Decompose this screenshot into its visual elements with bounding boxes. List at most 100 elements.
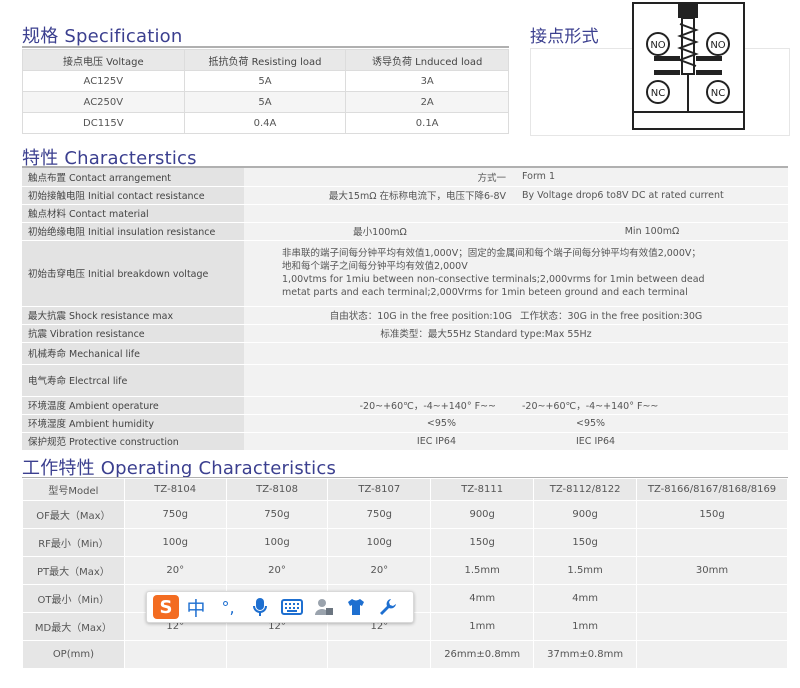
keyboard-icon[interactable] xyxy=(277,594,307,620)
oper-cell xyxy=(636,584,788,613)
spec-cell: 5A xyxy=(183,70,347,92)
oper-header-col: TZ-8166/8167/8168/8169 xyxy=(636,478,788,501)
label-nc-right: NC xyxy=(711,88,725,99)
oper-cell: 26mm±0.8mm xyxy=(430,640,535,669)
oper-row-label: PT最大（Max） xyxy=(22,556,125,585)
table-row: 最大抗震 Shock resistance max 自由状态：10G in th… xyxy=(22,306,788,325)
oper-row-label: OP(mm) xyxy=(22,640,125,669)
chars-value-b: <95% xyxy=(516,414,788,433)
table-row: 初始绝缘电阻 Initial insulation resistance 最小1… xyxy=(22,222,788,241)
chars-value-a: 方式一 xyxy=(244,168,516,187)
oper-header-row: 型号Model TZ-8104 TZ-8108 TZ-8107 TZ-8111 … xyxy=(22,478,788,501)
oper-cell: 20° xyxy=(327,556,432,585)
contact-bar-right-low xyxy=(696,70,722,75)
chars-value-empty xyxy=(244,364,788,397)
chars-value-a: 最大15mΩ 在标称电流下，电压下降6-8V xyxy=(244,186,516,205)
chars-label: 机械寿命 Mechanical life xyxy=(22,342,244,365)
chars-value-a: -20~+60℃，-4~+140° F~~ xyxy=(244,396,516,415)
table-row: DC115V 0.4A 0.1A xyxy=(22,112,509,134)
chars-label: 初始绝缘电阻 Initial insulation resistance xyxy=(22,222,244,241)
table-row: 抗震 Vibration resistance 标准类型：最大55Hz Stan… xyxy=(22,324,788,343)
oper-cell: 20° xyxy=(123,556,227,585)
chars-value-b: By Voltage drop6 to8V DC at rated curren… xyxy=(516,186,788,205)
table-row: AC250V 5A 2A xyxy=(22,91,509,113)
table-row: OP(mm) 26mm±0.8mm 37mm±0.8mm xyxy=(22,640,788,669)
plunger-top xyxy=(678,4,698,18)
chars-label: 抗震 Vibration resistance xyxy=(22,324,244,343)
oper-cell: 4mm xyxy=(430,584,535,613)
table-row: 环境湿度 Ambient humidity <95% <95% xyxy=(22,414,788,433)
oper-header-col: TZ-8107 xyxy=(327,478,432,501)
user-account-icon[interactable] xyxy=(309,594,339,620)
oper-cell: 1.5mm xyxy=(533,556,638,585)
oper-cell: 150g xyxy=(533,528,638,557)
oper-cell: 1.5mm xyxy=(430,556,535,585)
spec-header-induced: 诱导负荷 Lnduced load xyxy=(345,49,509,71)
oper-cell xyxy=(225,640,329,669)
chars-value-b: -20~+60℃，-4~+140° F~~ xyxy=(516,396,788,415)
chinese-mode-button[interactable]: 中 xyxy=(181,594,211,620)
oper-cell xyxy=(123,640,227,669)
chars-label: 电气寿命 Electrcal life xyxy=(22,364,244,397)
chars-value-a xyxy=(244,204,516,223)
chars-value-a: 自由状态：10G in the free position:10G xyxy=(244,306,516,325)
spec-cell: AC125V xyxy=(22,70,185,92)
label-no-right: NO xyxy=(710,40,725,51)
chars-table: 触点布置 Contact arrangement 方式一 Form 1 初始接触… xyxy=(22,168,788,451)
table-row: 机械寿命 Mechanical life xyxy=(22,342,788,365)
chars-value-a: <95% xyxy=(244,414,516,433)
oper-row-label: OF最大（Max） xyxy=(22,500,125,529)
chars-label: 保护规范 Protective construction xyxy=(22,432,244,451)
chars-value-b: Form 1 xyxy=(516,168,788,187)
punctuation-button[interactable]: °, xyxy=(213,594,243,620)
breakdown-line: 地和每个端子之间每分钟平均有效值2,000V xyxy=(282,261,468,272)
chars-label: 触点材料 Contact material xyxy=(22,204,244,223)
skin-shirt-icon[interactable] xyxy=(341,594,371,620)
oper-cell: 150g xyxy=(430,528,535,557)
chars-value-b: 工作状态：30G in the free position:30G xyxy=(516,306,788,325)
spec-cell: 5A xyxy=(183,91,347,113)
oper-cell xyxy=(636,640,788,669)
oper-title-cn: 工作特性 xyxy=(22,458,95,479)
oper-cell: 750g xyxy=(123,500,227,529)
table-row: 电气寿命 Electrcal life xyxy=(22,364,788,397)
oper-header-model: 型号Model xyxy=(22,478,125,501)
spec-header-voltage: 接点电压 Voltage xyxy=(22,49,185,71)
table-row: 触点材料 Contact material xyxy=(22,204,788,223)
chars-value-a: 最小100mΩ xyxy=(244,222,516,241)
oper-cell: 900g xyxy=(430,500,535,529)
table-row: 环境温度 Ambient operature -20~+60℃，-4~+140°… xyxy=(22,396,788,415)
oper-cell: 37mm±0.8mm xyxy=(533,640,638,669)
ime-toolbar: S 中 °, xyxy=(146,591,414,623)
spec-header-resisting: 抵抗负荷 Resisting load xyxy=(183,49,347,71)
oper-table: 型号Model TZ-8104 TZ-8108 TZ-8107 TZ-8111 … xyxy=(22,478,788,669)
oper-cell xyxy=(636,612,788,641)
oper-cell: 1mm xyxy=(430,612,535,641)
spec-divider xyxy=(22,46,509,48)
settings-wrench-icon[interactable] xyxy=(373,594,403,620)
table-row: 触点布置 Contact arrangement 方式一 Form 1 xyxy=(22,168,788,187)
oper-header-col: TZ-8104 xyxy=(123,478,227,501)
label-nc-left: NC xyxy=(651,88,665,99)
oper-cell: 100g xyxy=(123,528,227,557)
chars-value-a: 标准类型：最大55Hz Standard type:Max 55Hz xyxy=(244,324,788,343)
sogou-logo-button[interactable]: S xyxy=(153,595,179,619)
chars-value-b: Min 100mΩ xyxy=(516,222,788,241)
contact-bar-left xyxy=(654,56,680,61)
contact-diagram-svg: NO NO NC NC xyxy=(634,4,743,113)
chars-value-b xyxy=(516,204,788,223)
spec-cell: AC250V xyxy=(22,91,185,113)
oper-header-col: TZ-8111 xyxy=(430,478,535,501)
oper-cell: 4mm xyxy=(533,584,638,613)
chars-value-a: IEC IP64 xyxy=(244,432,516,451)
contact-bar-left-low xyxy=(654,70,680,75)
oper-cell: 1mm xyxy=(533,612,638,641)
chars-label: 初始接触电阻 Initial contact resistance xyxy=(22,186,244,205)
microphone-icon[interactable] xyxy=(245,594,275,620)
chars-label: 环境温度 Ambient operature xyxy=(22,396,244,415)
oper-cell: 20° xyxy=(225,556,329,585)
table-row: 初始接触电阻 Initial contact resistance 最大15mΩ… xyxy=(22,186,788,205)
spec-title-en: Specification xyxy=(64,26,183,47)
chars-label: 触点布置 Contact arrangement xyxy=(22,168,244,187)
table-row: RF最小（Min） 100g 100g 100g 150g 150g xyxy=(22,528,788,557)
